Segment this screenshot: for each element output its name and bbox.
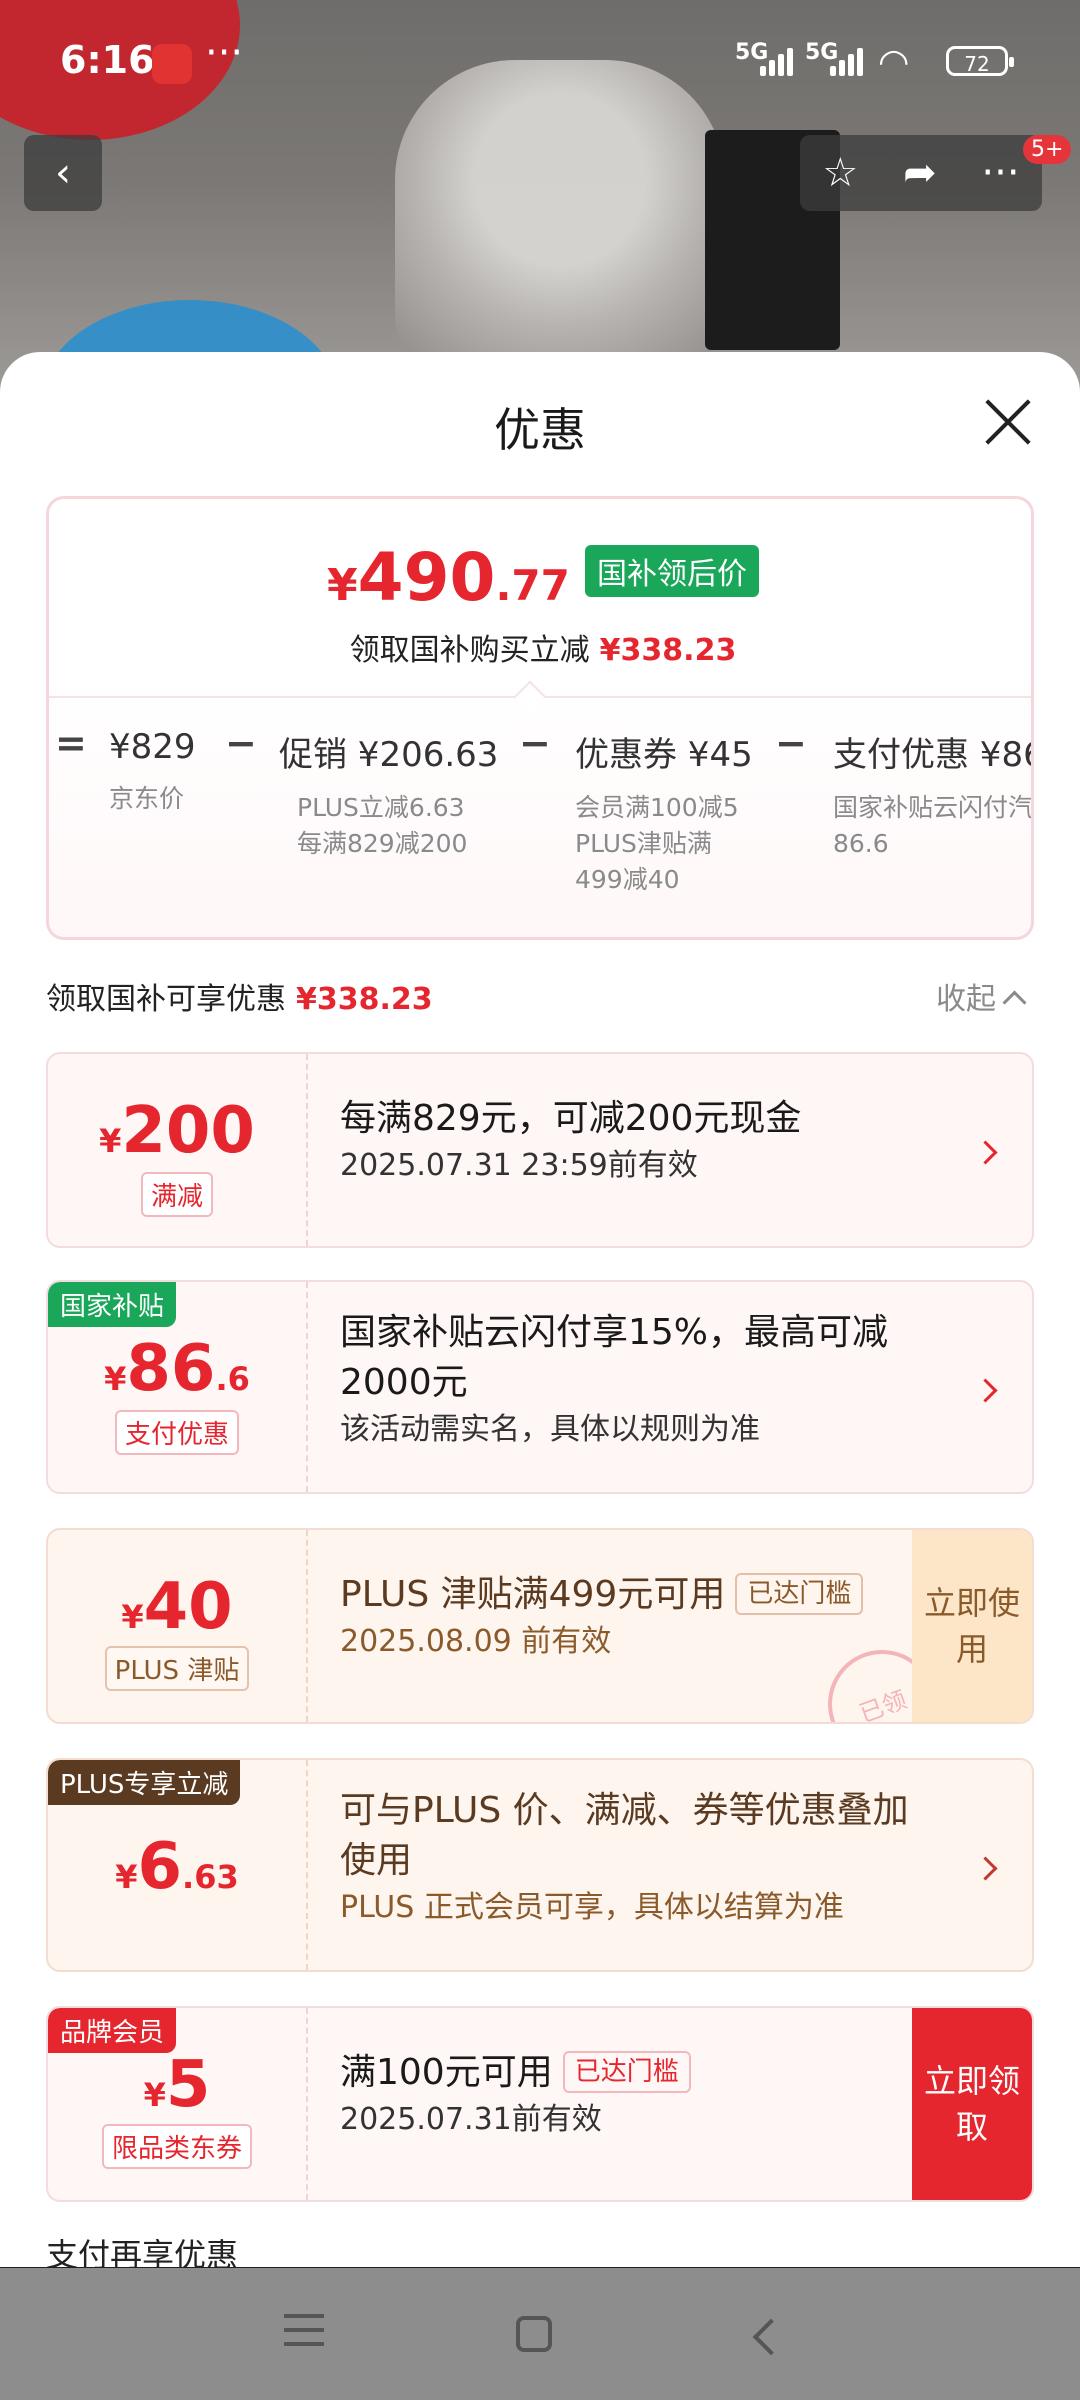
- discount-card-full-reduction[interactable]: ¥200 满减 每满829元，可减200元现金 2025.07.31 23:59…: [46, 1052, 1034, 1248]
- price-subtitle: 领取国补购买立减 ¥338.23: [349, 633, 737, 668]
- use-now-button[interactable]: 立即使用: [912, 1530, 1032, 1722]
- equals-sign: =: [55, 721, 87, 765]
- sheet-title: 优惠: [494, 403, 586, 457]
- minus-sign-2: −: [519, 721, 551, 765]
- collapse-button[interactable]: 收起: [936, 974, 1027, 1018]
- enjoy-discount-row: 领取国补可享优惠 ¥338.23: [46, 982, 433, 1017]
- brand-member-tag: 品牌会员: [48, 2008, 177, 2053]
- discount-amount: ¥5: [143, 2048, 211, 2122]
- discount-title: 每满829元，可减200元现金: [340, 1098, 802, 1139]
- signal-bars-icon-2: [830, 44, 874, 76]
- discount-validity: 2025.07.31前有效: [340, 2102, 602, 2137]
- close-icon[interactable]: [980, 394, 1036, 450]
- system-nav-bar: [0, 2268, 1080, 2400]
- discount-amount: ¥200: [99, 1094, 255, 1168]
- wifi-icon: ◠: [878, 42, 910, 83]
- home-icon[interactable]: [516, 2316, 552, 2352]
- price-pointer: [514, 680, 546, 712]
- breakdown-jd-price: ¥829 京东价: [109, 727, 196, 813]
- favorite-star-icon[interactable]: ☆: [822, 150, 858, 196]
- breakdown-promo: 促销 ¥206.63 PLUS立减6.63 每满829减200: [279, 735, 499, 858]
- discount-validity: 2025.07.31 23:59前有效: [340, 1148, 698, 1183]
- more-notifications-icon: ···: [205, 30, 244, 76]
- top-action-group: ☆ ➦ ···: [800, 135, 1042, 211]
- discount-card-national-subsidy[interactable]: 国家补贴 ¥86.6 支付优惠 国家补贴云闪付享15%，最高可减2000元 该活…: [46, 1280, 1034, 1494]
- chevron-up-icon: [1002, 990, 1027, 1015]
- discount-amount: ¥40: [121, 1570, 233, 1644]
- discount-title: PLUS 津贴满499元可用 已达门槛: [340, 1570, 864, 1620]
- discount-sheet: 优惠 ¥490.77 国补领后价 领取国补购买立减 ¥338.23 = ¥829 …: [0, 352, 1080, 2267]
- chevron-right-icon: [973, 1378, 998, 1403]
- discount-type-label: PLUS 津贴: [104, 1646, 250, 1691]
- discount-title: 满100元可用 已达门槛: [340, 2048, 691, 2098]
- status-bar: 6:16 ··· 5G 5G ◠ 72: [0, 0, 1080, 120]
- app-notification-icon: [152, 44, 192, 84]
- breakdown-payment: 支付优惠 ¥86 国家补贴云闪付汽 86.6: [833, 735, 1034, 858]
- discount-amount: ¥86.6: [104, 1332, 250, 1406]
- threshold-reached-badge: 已达门槛: [562, 2051, 691, 2093]
- claim-now-button[interactable]: 立即领取: [912, 2008, 1032, 2200]
- discount-note: 该活动需实名，具体以规则为准: [340, 1412, 760, 1447]
- discount-type-label: 满减: [140, 1172, 213, 1217]
- battery-icon: 72: [946, 46, 1014, 76]
- final-price-row: ¥490.77 国补领后价: [49, 539, 1031, 616]
- chevron-right-icon: [973, 1856, 998, 1881]
- discount-title: 可与PLUS 价、满减、券等优惠叠加使用: [340, 1790, 909, 1881]
- signal-bars-icon-1: [760, 44, 804, 76]
- discount-card-brand-member[interactable]: 品牌会员 ¥5 限品类东券 满100元可用 已达门槛 2025.07.31前有效 …: [46, 2006, 1034, 2202]
- message-count-badge: 5+: [1023, 135, 1072, 164]
- breakdown-coupon: 优惠券 ¥45 会员满100减5 PLUS津贴满 499减40: [575, 735, 753, 894]
- discount-title: 国家补贴云闪付享15%，最高可减2000元: [340, 1312, 889, 1403]
- discount-note: PLUS 正式会员可享，具体以结算为准: [340, 1890, 844, 1925]
- share-icon[interactable]: ➦: [903, 150, 937, 196]
- gov-subsidy-price-tag: 国补领后价: [584, 545, 759, 597]
- national-subsidy-tag: 国家补贴: [48, 1282, 177, 1327]
- discount-card-plus-exclusive[interactable]: PLUS专享立减 ¥6.63 可与PLUS 价、满减、券等优惠叠加使用 PLUS…: [46, 1758, 1034, 1972]
- discount-type-label: 限品类东券: [101, 2124, 252, 2169]
- threshold-reached-badge: 已达门槛: [735, 1573, 864, 1615]
- discount-type-label: 支付优惠: [114, 1410, 239, 1455]
- discount-validity: 2025.08.09 前有效: [340, 1624, 612, 1659]
- minus-sign-1: −: [225, 721, 257, 765]
- discount-card-plus-allowance[interactable]: ¥40 PLUS 津贴 PLUS 津贴满499元可用 已达门槛 2025.08.0…: [46, 1528, 1034, 1724]
- pay-again-section-title: 支付再享优惠: [46, 2236, 239, 2267]
- final-price: ¥490.77: [327, 539, 570, 616]
- back-nav-icon[interactable]: [752, 2318, 790, 2356]
- plus-exclusive-tag: PLUS专享立减: [48, 1760, 241, 1805]
- chevron-right-icon: [973, 1140, 998, 1165]
- back-button[interactable]: ‹: [24, 135, 102, 211]
- more-icon[interactable]: ···: [981, 150, 1019, 196]
- minus-sign-3: −: [775, 721, 807, 765]
- status-time: 6:16: [60, 38, 155, 82]
- discount-amount: ¥6.63: [115, 1830, 239, 1904]
- price-summary-box: ¥490.77 国补领后价 领取国补购买立减 ¥338.23 = ¥829 京东价…: [46, 496, 1034, 940]
- menu-icon[interactable]: [278, 2304, 338, 2364]
